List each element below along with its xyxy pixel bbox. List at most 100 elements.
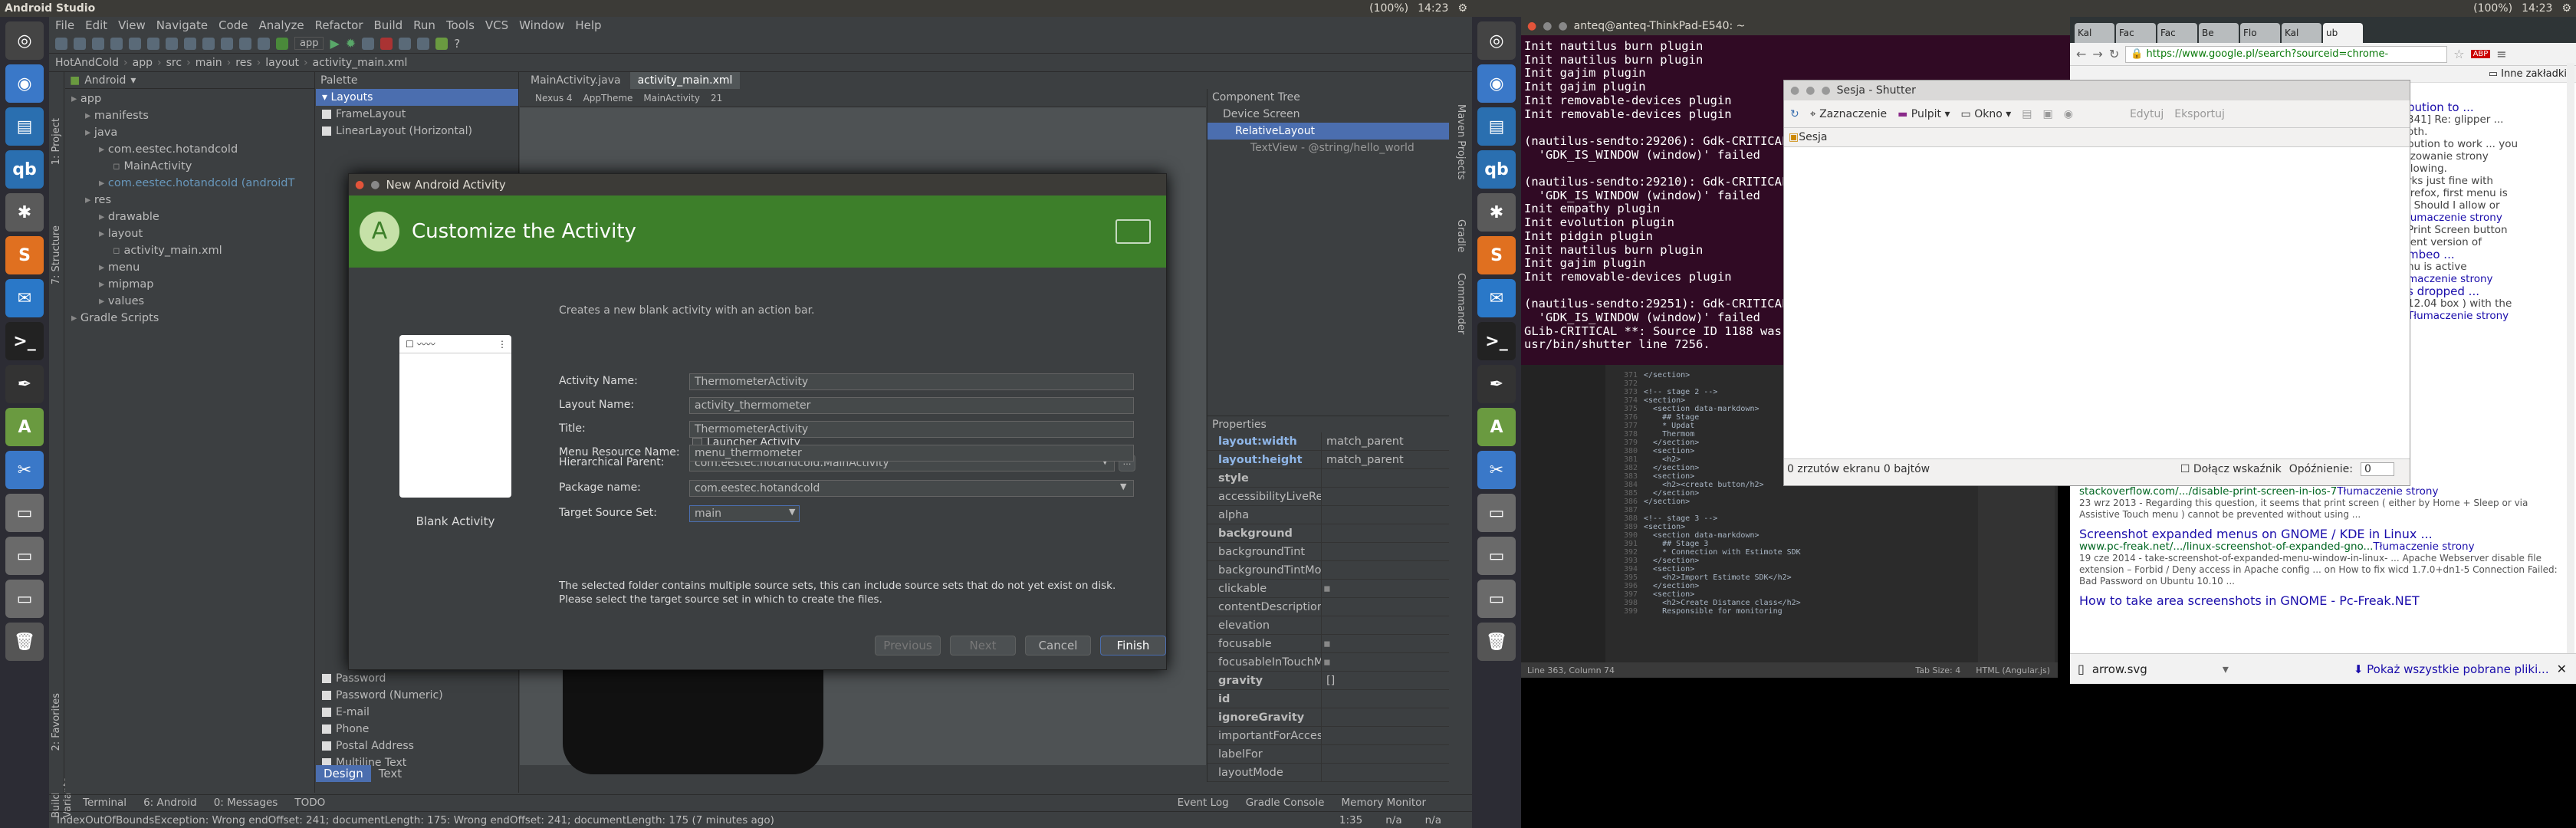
- writer-icon[interactable]: ▤: [5, 107, 44, 146]
- menu-build[interactable]: Build: [374, 18, 403, 32]
- memory-monitor-tab[interactable]: Memory Monitor: [1341, 795, 1426, 810]
- usb-drive-icon[interactable]: ▭: [1477, 537, 1516, 575]
- dash-icon[interactable]: ◎: [1477, 21, 1516, 60]
- checkbox-icon[interactable]: ▪: [1323, 653, 1331, 671]
- palette-item[interactable]: E-mail: [316, 704, 443, 721]
- next-button[interactable]: Next: [950, 636, 1016, 656]
- syntax-mode[interactable]: HTML (Angular.js): [1976, 665, 2050, 675]
- project-tool-tab[interactable]: 1: Project: [51, 118, 62, 165]
- chevron-down-icon[interactable]: ▾: [130, 74, 136, 87]
- redo-icon[interactable]: [129, 37, 141, 50]
- property-value[interactable]: [1321, 727, 1326, 744]
- back-icon[interactable]: [239, 37, 251, 50]
- property-row[interactable]: ignoreGravity: [1208, 708, 1449, 727]
- disk-icon[interactable]: ▭: [5, 580, 44, 618]
- tree-item[interactable]: ▸ java: [65, 124, 314, 141]
- menu-code[interactable]: Code: [219, 18, 248, 32]
- minimize-icon[interactable]: ●: [1806, 84, 1815, 97]
- menu-view[interactable]: View: [118, 18, 146, 32]
- star-icon[interactable]: ☆: [2453, 47, 2464, 61]
- property-value[interactable]: [1321, 469, 1326, 487]
- browser-tab[interactable]: ub: [2323, 23, 2363, 43]
- favorites-tool-tab[interactable]: 2: Favorites: [51, 693, 62, 751]
- browser-tab[interactable]: Fac: [2157, 23, 2197, 43]
- back-icon[interactable]: ←: [2076, 47, 2086, 61]
- checkbox-icon[interactable]: ▪: [1323, 580, 1331, 597]
- tab-mainactivity[interactable]: MainActivity.java: [523, 72, 629, 89]
- trash-icon[interactable]: 🗑: [1477, 623, 1516, 661]
- theme-select[interactable]: AppTheme: [583, 93, 633, 104]
- tree-relativelayout[interactable]: RelativeLayout: [1208, 123, 1449, 140]
- undo-icon[interactable]: [110, 37, 123, 50]
- run-config-select[interactable]: app: [294, 37, 324, 50]
- tree-item[interactable]: ▫ MainActivity: [65, 158, 314, 175]
- tree-item[interactable]: ▸ mipmap: [65, 276, 314, 293]
- breadcrumb-item[interactable]: main: [196, 57, 222, 69]
- trash-icon[interactable]: 🗑: [5, 623, 44, 661]
- menu-vcs[interactable]: VCS: [485, 18, 508, 32]
- template-thumbnail[interactable]: ☐ 〰〰 ⋮: [399, 335, 511, 498]
- run-icon[interactable]: ▶: [330, 36, 339, 51]
- maven-tool-tab[interactable]: Maven Projects: [1455, 104, 1467, 180]
- browser-tab[interactable]: Be: [2199, 23, 2239, 43]
- palette-item[interactable]: Password (Numeric): [316, 687, 443, 704]
- qbittorrent-icon[interactable]: qb: [5, 150, 44, 189]
- sublime-icon[interactable]: S: [1477, 236, 1516, 274]
- copy-icon[interactable]: [166, 37, 178, 50]
- clock[interactable]: 14:23: [1413, 2, 1453, 15]
- battery-indicator-right[interactable]: (100%): [2469, 2, 2517, 15]
- tree-textview[interactable]: TextView - @string/hello_world: [1208, 140, 1449, 156]
- breadcrumb-item[interactable]: res: [235, 57, 251, 69]
- gradle-tool-tab[interactable]: Gradle: [1455, 219, 1467, 252]
- property-value[interactable]: [1321, 506, 1326, 524]
- project-view-select[interactable]: Android: [84, 74, 126, 87]
- download-item[interactable]: arrow.svg: [2092, 662, 2215, 676]
- window-button[interactable]: ▭ Okno ▾: [1961, 108, 2012, 120]
- tree-item[interactable]: ▸ manifests: [65, 107, 314, 124]
- tree-item[interactable]: ▸ com.eestec.hotandcold (androidT: [65, 175, 314, 192]
- property-row[interactable]: clickable ▪: [1208, 580, 1449, 598]
- palette-group-layouts[interactable]: ▾ Layouts: [316, 89, 518, 106]
- forward-icon[interactable]: →: [2092, 47, 2102, 61]
- open-icon[interactable]: [55, 37, 67, 50]
- edit-button[interactable]: Edytuj: [2130, 108, 2164, 120]
- chromium-icon[interactable]: ◉: [5, 64, 44, 103]
- activity-select[interactable]: MainActivity: [643, 93, 700, 104]
- delay-spinner[interactable]: 0: [2361, 462, 2394, 476]
- tree-device-screen[interactable]: Device Screen: [1208, 106, 1449, 123]
- property-value[interactable]: [1321, 708, 1326, 726]
- dash-icon[interactable]: ◎: [5, 21, 44, 60]
- breadcrumb-item[interactable]: layout: [265, 57, 299, 69]
- palette-item[interactable]: Password: [316, 670, 443, 687]
- menu-capture-icon[interactable]: ▤: [2022, 108, 2032, 120]
- find-icon[interactable]: [202, 37, 215, 50]
- property-row[interactable]: layoutMode: [1208, 764, 1449, 782]
- property-value[interactable]: [1321, 745, 1326, 763]
- drive-icon[interactable]: ▭: [5, 494, 44, 532]
- property-value[interactable]: match_parent: [1321, 451, 1404, 468]
- todo-tab[interactable]: TODO: [294, 795, 325, 810]
- device-select[interactable]: Nexus 4: [535, 93, 573, 104]
- device-monitor-icon[interactable]: [435, 37, 449, 50]
- property-row[interactable]: gravity []: [1208, 672, 1449, 690]
- save-icon[interactable]: [74, 37, 86, 50]
- close-icon[interactable]: ●: [355, 179, 364, 191]
- terminal-icon[interactable]: >_: [5, 322, 44, 360]
- close-icon[interactable]: ●: [1790, 84, 1799, 97]
- event-log-tab[interactable]: Event Log: [1178, 795, 1229, 810]
- tab-text[interactable]: Text: [371, 765, 409, 782]
- writer-icon[interactable]: ▤: [1477, 107, 1516, 146]
- field-input[interactable]: ThermometerActivity: [689, 421, 1134, 438]
- tree-item[interactable]: ▸ layout: [65, 225, 314, 242]
- browser-tab[interactable]: Flo: [2240, 23, 2280, 43]
- status-message[interactable]: IndexOutOfBoundsException: Wrong endOffs…: [57, 814, 774, 826]
- paste-icon[interactable]: [184, 37, 196, 50]
- minimize-icon[interactable]: ●: [1543, 20, 1552, 32]
- stop-icon[interactable]: [380, 37, 393, 50]
- gimp-icon[interactable]: ✂: [5, 451, 44, 489]
- property-row[interactable]: layout:height match_parent: [1208, 451, 1449, 469]
- reload-icon[interactable]: ↻: [2109, 47, 2119, 61]
- tab-design[interactable]: Design: [316, 765, 371, 782]
- property-value[interactable]: [1321, 524, 1326, 542]
- sync-icon[interactable]: [92, 37, 104, 50]
